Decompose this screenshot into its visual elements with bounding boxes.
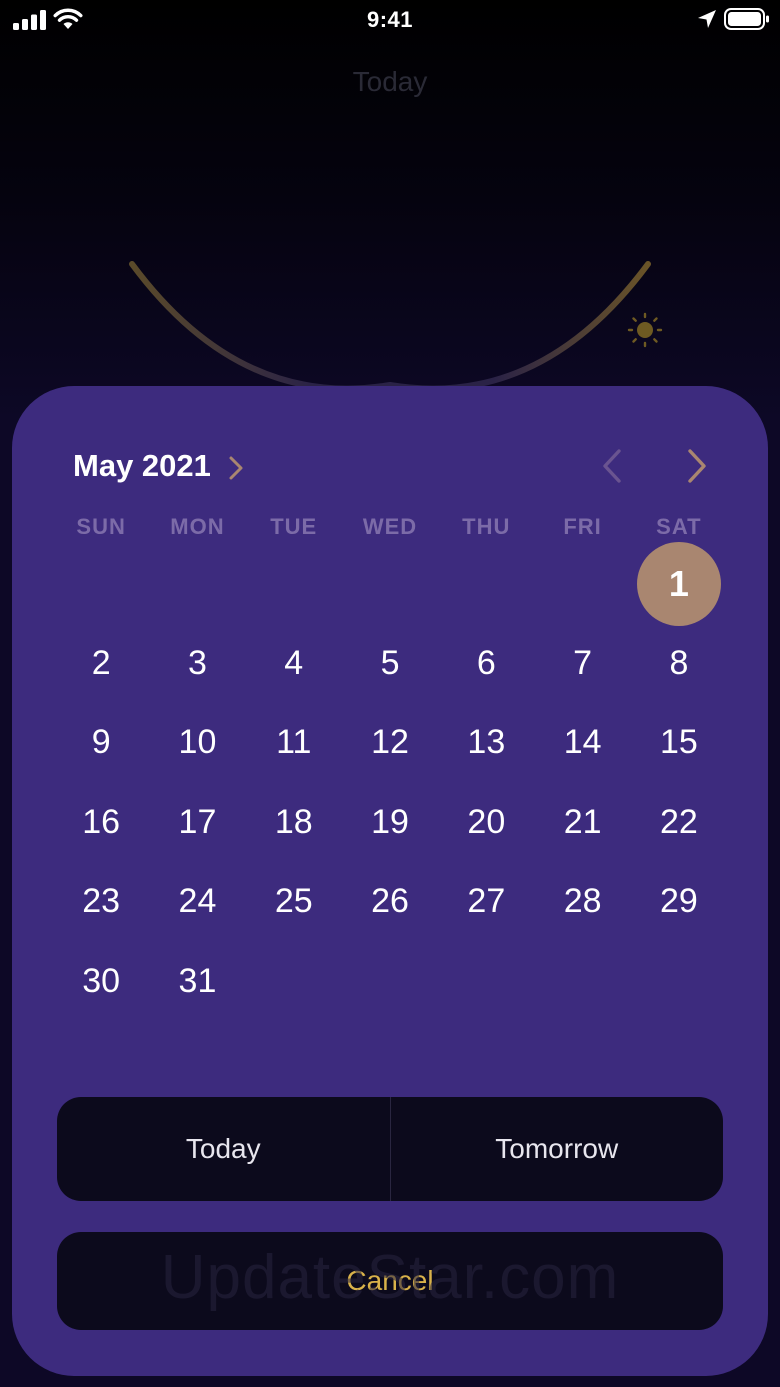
sun-icon: [627, 312, 663, 348]
day-number: 6: [476, 643, 496, 682]
day-cell[interactable]: 31: [149, 942, 245, 1022]
day-number: 19: [371, 802, 409, 841]
day-cell[interactable]: 26: [342, 862, 438, 942]
empty-day-cell: [53, 544, 149, 624]
day-number: 2: [91, 643, 111, 682]
day-cell[interactable]: 11: [246, 703, 342, 783]
next-month-button[interactable]: [677, 446, 715, 486]
day-number: 11: [276, 723, 312, 762]
day-number: 24: [178, 882, 217, 921]
date-picker-sheet: May 2021 SUN MON TUE WED THU FRI SAT 123…: [12, 386, 768, 1376]
day-number: 16: [82, 802, 121, 841]
day-cell[interactable]: 23: [53, 862, 149, 942]
day-number: 20: [467, 802, 506, 841]
day-number: 25: [274, 882, 313, 921]
day-number: 10: [178, 723, 217, 762]
day-number: 15: [660, 723, 698, 762]
status-time: 9:41: [366, 7, 414, 32]
day-number: 13: [467, 723, 506, 762]
day-number: 4: [284, 643, 304, 682]
day-cell[interactable]: 3: [149, 624, 245, 704]
day-number: 31: [178, 961, 217, 1000]
day-cell[interactable]: 10: [149, 703, 245, 783]
day-number: 12: [371, 723, 409, 762]
tomorrow-button[interactable]: Tomorrow: [391, 1097, 724, 1201]
day-number: 27: [467, 882, 506, 921]
calendar-grid: 1 2 3 4 5 6 7 8 9 10 11 12 13 14 15 16 17 18 19 20 21 22 23 24 2…: [53, 541, 727, 1022]
empty-day-cell: [438, 544, 534, 624]
day-number: 9: [91, 723, 111, 762]
empty-day-cell: [342, 544, 438, 624]
day-cell[interactable]: 20: [438, 783, 534, 863]
day-cell[interactable]: 22: [631, 783, 727, 863]
day-cell[interactable]: 19: [342, 783, 438, 863]
day-number: 14: [563, 723, 602, 762]
empty-day-cell: [246, 544, 342, 624]
background-title: Today: [352, 66, 428, 97]
quick-select-group: Today Tomorrow: [57, 1097, 723, 1201]
day-number: 28: [563, 882, 602, 921]
battery-icon: [724, 8, 769, 30]
day-cell[interactable]: 16: [53, 783, 149, 863]
day-cell[interactable]: 2: [53, 624, 149, 704]
day-cell[interactable]: 30: [53, 942, 149, 1022]
day-number: 1: [636, 541, 721, 626]
previous-month-button[interactable]: [594, 446, 632, 486]
day-number: 8: [669, 643, 689, 682]
day-cell[interactable]: 8: [631, 624, 727, 704]
weekday-label: MON: [170, 514, 225, 539]
weekday-label: TUE: [270, 514, 318, 539]
day-number: 23: [82, 882, 121, 921]
day-number: 7: [573, 643, 593, 682]
weekday-header: SUN MON TUE WED THU FRI SAT: [53, 514, 727, 540]
weekday-label: FRI: [563, 514, 602, 539]
day-number: 18: [274, 802, 313, 841]
location-arrow-icon: [698, 10, 716, 28]
day-cell[interactable]: 9: [53, 703, 149, 783]
day-number: 22: [660, 802, 698, 841]
day-cell[interactable]: 15: [631, 703, 727, 783]
day-cell[interactable]: 6: [438, 624, 534, 704]
day-cell[interactable]: 24: [149, 862, 245, 942]
day-cell[interactable]: 5: [342, 624, 438, 704]
day-number: 3: [187, 643, 207, 682]
day-cell[interactable]: 29: [631, 862, 727, 942]
day-cell[interactable]: 27: [438, 862, 534, 942]
day-cell[interactable]: 18: [246, 783, 342, 863]
day-number: 5: [380, 643, 400, 682]
day-cell[interactable]: 17: [149, 783, 245, 863]
day-number: 21: [563, 802, 602, 841]
weekday-label: THU: [462, 514, 511, 539]
day-cell[interactable]: 12: [342, 703, 438, 783]
day-number: 29: [660, 882, 698, 921]
empty-day-cell: [534, 544, 630, 624]
empty-day-cell: [149, 544, 245, 624]
day-cell[interactable]: 14: [534, 703, 630, 783]
weekday-label: WED: [362, 514, 418, 539]
weekday-label: SAT: [656, 514, 702, 539]
day-cell[interactable]: 28: [534, 862, 630, 942]
cancel-button[interactable]: Cancel: [57, 1232, 723, 1330]
day-cell[interactable]: 4: [246, 624, 342, 704]
selected-day-cell[interactable]: 1: [631, 541, 727, 626]
day-number: 30: [82, 961, 121, 1000]
month-title[interactable]: May 2021: [73, 448, 211, 484]
day-cell[interactable]: 25: [246, 862, 342, 942]
chevron-right-icon[interactable]: [228, 454, 244, 482]
today-button[interactable]: Today: [57, 1097, 390, 1201]
day-cell[interactable]: 21: [534, 783, 630, 863]
day-cell[interactable]: 13: [438, 703, 534, 783]
day-cell[interactable]: 7: [534, 624, 630, 704]
day-number: 26: [371, 882, 409, 921]
daylight-arc: [129, 261, 651, 392]
day-number: 17: [178, 802, 217, 841]
status-bar: 9:41: [0, 0, 780, 40]
weekday-label: SUN: [76, 514, 126, 539]
